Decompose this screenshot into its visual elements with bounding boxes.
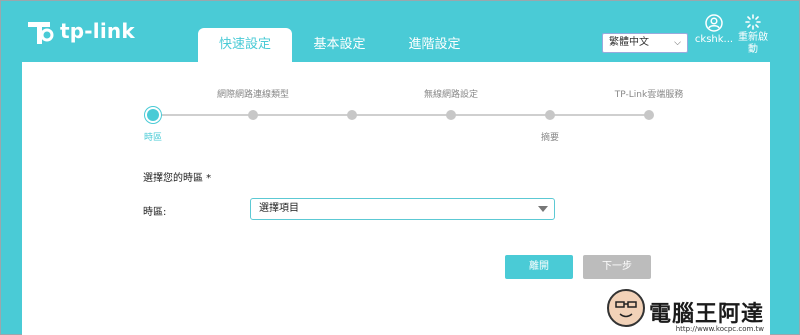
watermark: 電腦王阿達 bbox=[606, 289, 764, 327]
section-title: 選擇您的時區 * bbox=[143, 173, 212, 184]
timezone-select[interactable]: 選擇項目 bbox=[250, 198, 555, 220]
exit-button[interactable]: 離開 bbox=[505, 255, 573, 279]
wizard-track bbox=[153, 114, 650, 116]
step-label-timezone: 時區 bbox=[143, 133, 163, 143]
user-icon bbox=[705, 14, 723, 32]
account-button[interactable]: ckshk... bbox=[694, 14, 734, 45]
wizard-progress: 網際網路連線類型 無線網路設定 TP-Link雲端服務 時區 摘要 bbox=[22, 62, 770, 152]
step-dot-timezone bbox=[147, 109, 159, 121]
language-selected: 繁體中文 bbox=[609, 37, 649, 48]
watermark-text: 電腦王阿達 bbox=[648, 302, 764, 327]
tab-basic[interactable]: 基本設定 bbox=[292, 28, 387, 62]
step-dot-summary bbox=[545, 110, 555, 120]
watermark-url: http://www.kocpc.com.tw bbox=[675, 325, 764, 333]
step-dot-3 bbox=[347, 110, 357, 120]
reboot-icon bbox=[745, 14, 761, 30]
caret-down-icon bbox=[538, 206, 548, 212]
step-dot-wireless bbox=[446, 110, 456, 120]
logo-text: tp-link bbox=[60, 19, 135, 43]
step-label-internet: 網際網路連線類型 bbox=[216, 90, 290, 100]
next-button[interactable]: 下一步 bbox=[583, 255, 651, 279]
tp-link-logo-icon bbox=[22, 14, 56, 48]
step-label-wireless: 無線網路設定 bbox=[423, 90, 479, 100]
tab-quick-setup[interactable]: 快速設定 bbox=[198, 28, 292, 62]
tp-link-logo[interactable]: tp-link bbox=[22, 14, 135, 48]
step-dot-internet bbox=[248, 110, 258, 120]
language-select[interactable]: 繁體中文 ⌵ bbox=[602, 33, 688, 53]
mascot-face-icon bbox=[606, 289, 645, 327]
timezone-label: 時區: bbox=[143, 207, 167, 218]
chevron-down-icon: ⌵ bbox=[674, 38, 681, 48]
step-dot-cloud bbox=[644, 110, 654, 120]
reboot-button[interactable]: 重新啟動 bbox=[736, 14, 770, 56]
step-label-summary: 摘要 bbox=[540, 133, 560, 143]
main-tabs: 快速設定 基本設定 進階設定 bbox=[198, 28, 482, 62]
tab-advanced[interactable]: 進階設定 bbox=[387, 28, 482, 62]
quick-setup-panel: 網際網路連線類型 無線網路設定 TP-Link雲端服務 時區 摘要 選擇您的時區… bbox=[22, 62, 770, 335]
reboot-label: 重新啟動 bbox=[738, 32, 768, 55]
step-label-cloud: TP-Link雲端服務 bbox=[614, 90, 684, 100]
account-label: ckshk... bbox=[694, 34, 734, 45]
timezone-value: 選擇項目 bbox=[259, 203, 299, 214]
